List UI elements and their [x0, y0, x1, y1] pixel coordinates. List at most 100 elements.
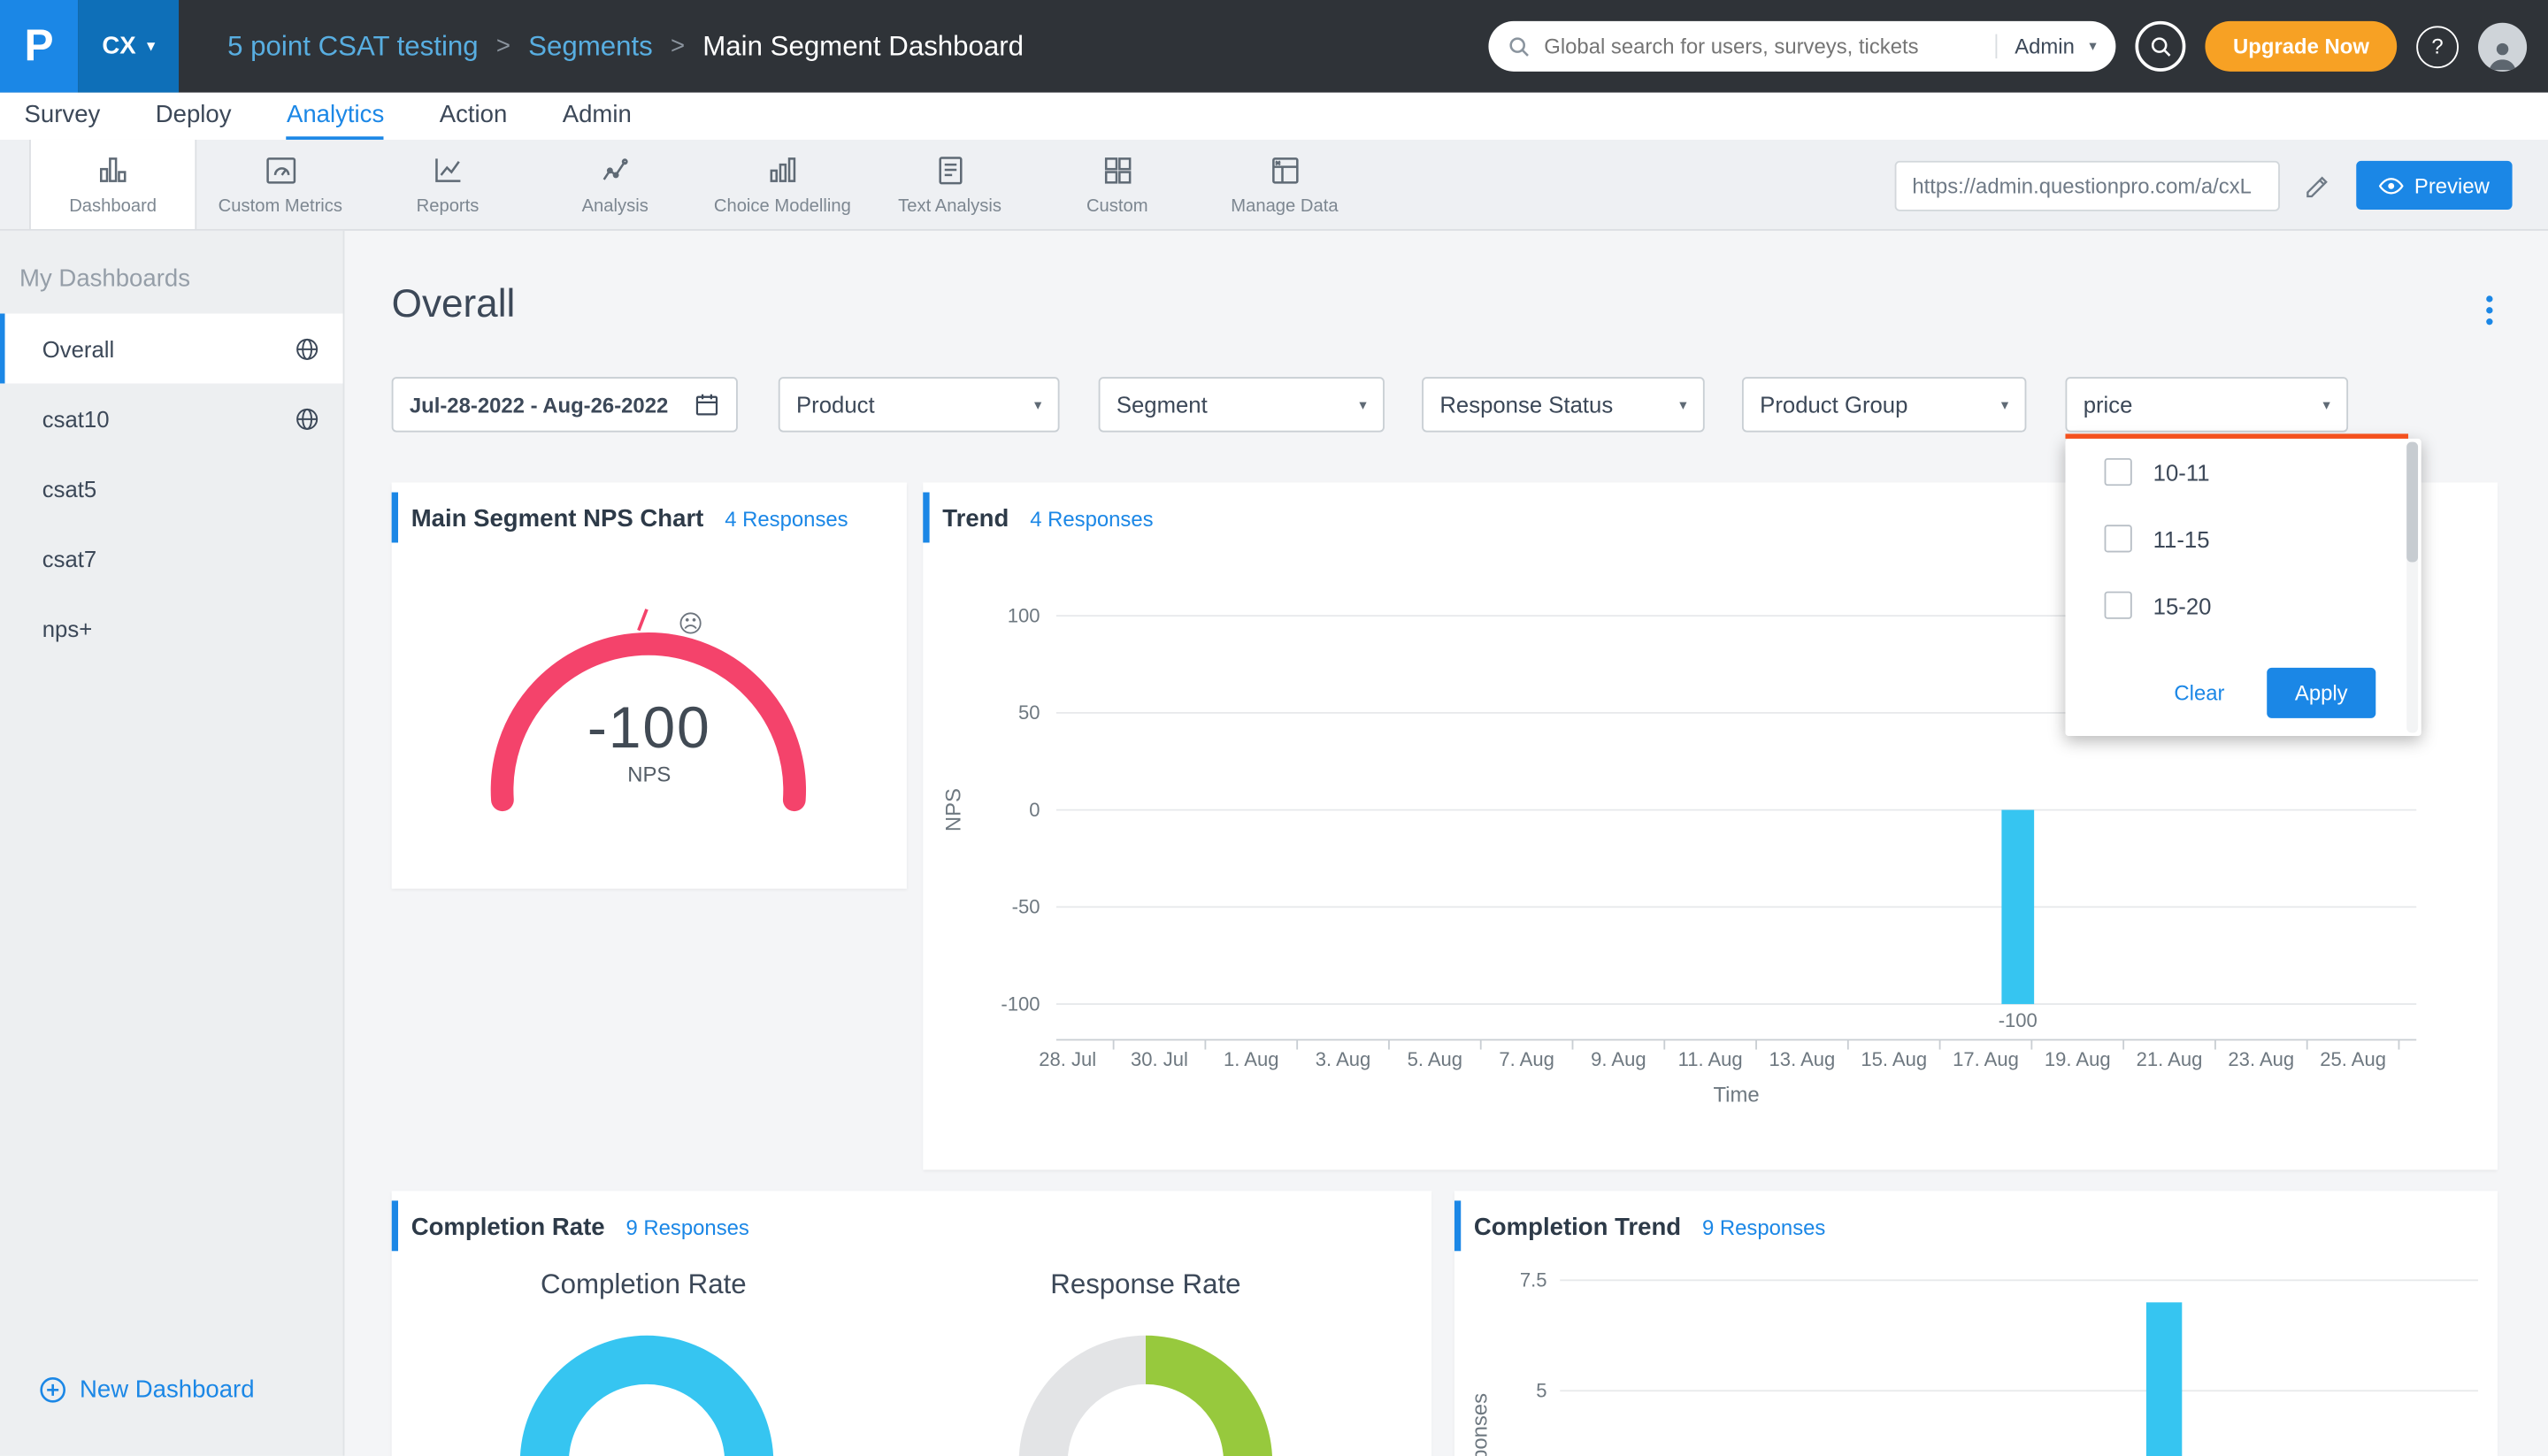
- primary-nav: Survey Deploy Analytics Action Admin: [0, 93, 2548, 140]
- responses-link[interactable]: 4 Responses: [725, 507, 848, 532]
- price-option-15-20[interactable]: 15-20: [2065, 572, 2421, 639]
- sidebar-item-csat7[interactable]: csat7: [0, 523, 343, 593]
- custom-metrics-icon: [263, 153, 298, 188]
- globe-icon: [294, 405, 319, 431]
- questionpro-logo[interactable]: P: [0, 0, 78, 93]
- price-filter-dropdown[interactable]: price ▾: [2065, 377, 2348, 432]
- svg-text:-50: -50: [1012, 896, 1040, 918]
- product-switcher[interactable]: CX ▾: [78, 0, 179, 93]
- help-button[interactable]: ?: [2416, 25, 2459, 67]
- tool-custom-metrics[interactable]: Custom Metrics: [196, 140, 364, 229]
- checkbox[interactable]: [2105, 592, 2132, 619]
- search-submit-button[interactable]: [2136, 21, 2186, 72]
- nav-item-action[interactable]: Action: [440, 93, 508, 140]
- responses-link[interactable]: 9 Responses: [625, 1215, 748, 1240]
- response-rate-donut: [1019, 1336, 1273, 1456]
- checkbox[interactable]: [2105, 525, 2132, 552]
- product-group-filter-dropdown[interactable]: Product Group ▾: [1742, 377, 2026, 432]
- plus-circle-icon: [39, 1376, 66, 1404]
- tool-choice-modelling[interactable]: Choice Modelling: [699, 140, 866, 229]
- app-viewport: P CX ▾ 5 point CSAT testing > Segments >…: [0, 0, 2548, 1456]
- toolbar-right: Preview: [1894, 140, 2512, 231]
- filter-label: price: [2084, 392, 2133, 418]
- product-filter-dropdown[interactable]: Product ▾: [779, 377, 1060, 432]
- svg-text:5: 5: [1536, 1380, 1546, 1402]
- manage-data-icon: [1267, 153, 1302, 188]
- chevron-down-icon: ▾: [1359, 395, 1366, 413]
- calendar-icon: [694, 392, 719, 418]
- dashboard-content: Overall Jul-28-2022 - Aug-26-2022 Produc…: [344, 231, 2548, 1456]
- nps-chart-card: Main Segment NPS Chart 4 Responses ☹ -10…: [392, 483, 907, 889]
- preview-button[interactable]: Preview: [2356, 161, 2513, 210]
- page-title: Overall: [392, 283, 516, 328]
- responses-link[interactable]: 9 Responses: [1702, 1215, 1825, 1240]
- dashboard-menu-button[interactable]: [2486, 295, 2492, 325]
- svg-text:17. Aug: 17. Aug: [1953, 1048, 2019, 1070]
- svg-text:7.5: 7.5: [1520, 1269, 1547, 1291]
- nps-value: -100: [392, 694, 907, 762]
- pencil-icon: [2304, 172, 2331, 199]
- breadcrumb-segments[interactable]: Segments: [528, 30, 653, 63]
- breadcrumb: 5 point CSAT testing > Segments > Main S…: [227, 30, 1024, 63]
- price-option-10-11[interactable]: 10-11: [2065, 439, 2421, 505]
- tool-text-analysis[interactable]: Text Analysis: [866, 140, 1033, 229]
- search-icon: [1508, 34, 1531, 57]
- nav-item-analytics[interactable]: Analytics: [287, 93, 384, 140]
- custom-icon: [1100, 153, 1135, 188]
- nav-item-admin[interactable]: Admin: [563, 93, 632, 140]
- chevron-down-icon: ▾: [1679, 395, 1686, 413]
- svg-text:1. Aug: 1. Aug: [1224, 1048, 1278, 1070]
- product-label: CX: [102, 33, 135, 60]
- avatar[interactable]: [2478, 22, 2527, 71]
- breadcrumb-survey[interactable]: 5 point CSAT testing: [227, 30, 479, 63]
- sidebar-item-csat5[interactable]: csat5: [0, 453, 343, 523]
- upgrade-now-button[interactable]: Upgrade Now: [2206, 21, 2397, 72]
- segment-filter-dropdown[interactable]: Segment ▾: [1099, 377, 1385, 432]
- nav-item-deploy[interactable]: Deploy: [156, 93, 232, 140]
- checkbox[interactable]: [2105, 458, 2132, 486]
- clear-button[interactable]: Clear: [2174, 681, 2224, 706]
- sidebar-title: My Dashboards: [0, 231, 343, 314]
- tool-dashboard[interactable]: Dashboard: [29, 140, 196, 229]
- completion-trend-card: 7.55Responses Completion Trend 9 Respons…: [1454, 1191, 2498, 1456]
- svg-text:50: 50: [1018, 701, 1040, 724]
- search-icon: [2149, 34, 2172, 57]
- scrollbar-track[interactable]: [2406, 442, 2418, 733]
- svg-text:☹: ☹: [678, 609, 703, 637]
- tool-custom[interactable]: Custom: [1033, 140, 1201, 229]
- edit-url-icon[interactable]: [2304, 172, 2331, 199]
- svg-text:19. Aug: 19. Aug: [2045, 1048, 2111, 1070]
- dashboard-url-input[interactable]: [1894, 160, 2279, 211]
- price-option-11-15[interactable]: 11-15: [2065, 505, 2421, 571]
- responses-link[interactable]: 4 Responses: [1030, 507, 1153, 532]
- new-dashboard-button[interactable]: New Dashboard: [39, 1376, 254, 1404]
- card-header: Completion Trend 9 Responses: [1454, 1191, 2498, 1254]
- breadcrumb-separator: >: [496, 33, 510, 60]
- nav-item-survey[interactable]: Survey: [25, 93, 101, 140]
- global-search: Admin ▾: [1489, 21, 2116, 72]
- tool-reports[interactable]: Reports: [364, 140, 531, 229]
- svg-text:NPS: NPS: [942, 788, 966, 831]
- nps-unit-label: NPS: [392, 762, 907, 786]
- search-input[interactable]: [1531, 34, 1996, 59]
- preview-label: Preview: [2414, 173, 2490, 198]
- svg-text:28. Jul: 28. Jul: [1039, 1048, 1096, 1070]
- search-scope-dropdown[interactable]: Admin ▾: [1995, 34, 2097, 59]
- breadcrumb-current: Main Segment Dashboard: [702, 30, 1024, 63]
- sidebar-item-nps-plus[interactable]: nps+: [0, 593, 343, 663]
- sidebar-item-overall[interactable]: Overall: [0, 313, 343, 383]
- globe-icon: [294, 335, 319, 361]
- scrollbar-thumb[interactable]: [2406, 442, 2418, 563]
- apply-button[interactable]: Apply: [2267, 668, 2375, 718]
- svg-text:11. Aug: 11. Aug: [1678, 1048, 1743, 1070]
- choice-modelling-icon: [764, 153, 800, 188]
- svg-text:15. Aug: 15. Aug: [1861, 1048, 1927, 1070]
- date-range-picker[interactable]: Jul-28-2022 - Aug-26-2022: [392, 377, 738, 432]
- tool-manage-data[interactable]: Manage Data: [1201, 140, 1368, 229]
- sidebar-item-csat10[interactable]: csat10: [0, 383, 343, 453]
- dashboard-icon: [95, 153, 130, 188]
- tool-analysis[interactable]: Analysis: [532, 140, 699, 229]
- response-status-filter-dropdown[interactable]: Response Status ▾: [1422, 377, 1705, 432]
- chevron-down-icon: ▾: [1034, 395, 1041, 413]
- svg-text:3. Aug: 3. Aug: [1316, 1048, 1370, 1070]
